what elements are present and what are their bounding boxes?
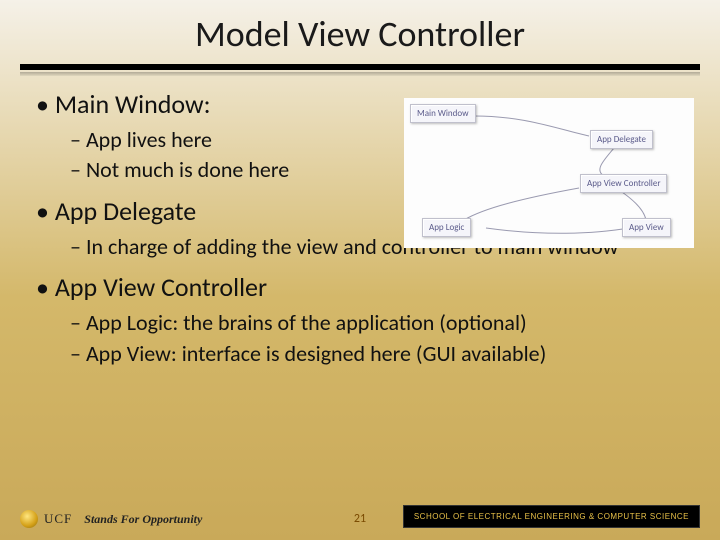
ucf-brand: UCF Stands For Opportunity (20, 510, 202, 528)
node-main-window: Main Window (410, 104, 476, 123)
node-app-view: App View (622, 218, 671, 237)
ucf-wordmark: UCF (44, 511, 72, 527)
footer: UCF Stands For Opportunity 21 SCHOOL OF … (0, 500, 720, 532)
page-number: 21 (354, 512, 366, 526)
sub-bullet: App View: interface is designed here (GU… (70, 340, 684, 369)
sub-bullet: App Logic: the brains of the application… (70, 309, 684, 338)
title-rule (20, 64, 700, 70)
node-app-delegate: App Delegate (590, 130, 653, 149)
node-app-view-controller: App View Controller (580, 174, 667, 193)
mvc-diagram: Main Window App Delegate App View Contro… (404, 98, 694, 248)
ucf-logo-icon (20, 510, 38, 528)
department-badge: SCHOOL OF ELECTRICAL ENGINEERING & COMPU… (403, 505, 700, 528)
ucf-tagline: Stands For Opportunity (84, 512, 202, 527)
bullet-label: Main Window: (36, 88, 211, 120)
node-app-logic: App Logic (422, 218, 471, 237)
slide-title: Model View Controller (0, 0, 720, 64)
bullet-label: App View Controller (36, 271, 267, 303)
slide: Model View Controller Main Window App De… (0, 0, 720, 540)
bullet-item: App View Controller App Logic: the brain… (36, 271, 684, 368)
bullet-label: App Delegate (36, 195, 196, 227)
